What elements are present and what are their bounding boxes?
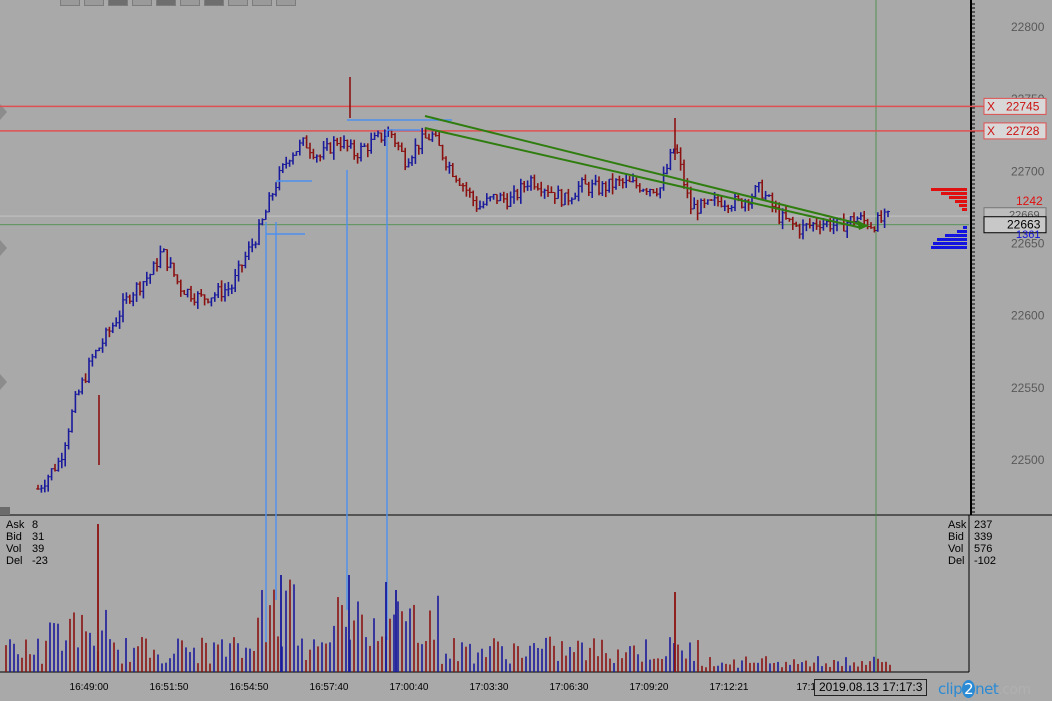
price-tick-label: 22500 (1011, 453, 1045, 467)
bid-depth-bar (957, 230, 967, 233)
info-bid-value: 31 (32, 531, 45, 543)
ask-depth-bar (949, 196, 967, 199)
toolbar-button[interactable] (204, 0, 224, 6)
price-tick-label: 22550 (1011, 381, 1045, 395)
info-vol-value: 39 (32, 543, 45, 555)
bid-depth-bar (963, 226, 967, 229)
time-tick-label: 16:57:40 (310, 682, 349, 693)
price-level-x-icon: X (987, 124, 995, 138)
time-tick-label: 16:54:50 (230, 682, 269, 693)
ask-depth-bar (955, 200, 967, 203)
ask-depth-bar (962, 208, 967, 211)
watermark-logo: clip 2 net.com (938, 680, 1031, 698)
toolbar-button[interactable] (108, 0, 128, 6)
object-anchor-icon (0, 240, 7, 256)
toolbar-button[interactable] (156, 0, 176, 6)
trend-line (424, 127, 863, 229)
toolbar-button[interactable] (180, 0, 200, 6)
toolbar-button[interactable] (252, 0, 272, 6)
watermark-part: clip (938, 680, 963, 698)
info-bid-value: 339 (974, 531, 993, 543)
info-panel-right: Ask 237 Bid 339 Vol 576 Del -102 (948, 519, 996, 567)
toolbar (60, 0, 296, 6)
time-tick-label: 17:09:20 (630, 682, 669, 693)
info-key: Vol (948, 543, 964, 555)
trend-line (424, 115, 869, 227)
time-tick-label: 17:12:21 (710, 682, 749, 693)
info-del-value: -102 (974, 555, 997, 567)
time-tick-label: 16:49:00 (70, 682, 109, 693)
info-key: Vol (6, 543, 22, 555)
price-tick-label: 22700 (1011, 164, 1045, 178)
time-tick-label: 17:03:30 (470, 682, 509, 693)
info-key: Del (6, 555, 23, 567)
price-volume-chart: 2280022750227002265022600225502250016:49… (0, 0, 1052, 693)
toolbar-button[interactable] (276, 0, 296, 6)
price-level-x-icon: X (987, 99, 995, 113)
toolbar-button[interactable] (228, 0, 248, 6)
panel-corner-icon (0, 507, 10, 515)
ask-size-label: 1242 (1016, 194, 1043, 208)
bid-depth-bar (931, 246, 967, 249)
info-del-value: -23 (32, 555, 48, 567)
chart-window: 2280022750227002265022600225502250016:49… (0, 0, 1052, 701)
info-key: Bid (6, 531, 22, 543)
bid-depth-bar (933, 242, 967, 245)
price-tick-label: 22800 (1011, 20, 1045, 34)
toolbar-button[interactable] (84, 0, 104, 6)
info-key: Bid (948, 531, 964, 543)
bid-size-label: 1361 (1016, 229, 1040, 241)
ask-depth-bar (931, 188, 967, 191)
info-key: Ask (948, 519, 967, 531)
price-level-value: 22728 (1006, 124, 1040, 138)
info-vol-value: 576 (974, 543, 993, 555)
ask-depth-bar (959, 204, 967, 207)
watermark-part: 2 (962, 680, 976, 698)
info-ask-value: 237 (974, 519, 993, 531)
bid-depth-bar (945, 234, 967, 237)
info-key: Ask (6, 519, 25, 531)
watermark-part: .com (998, 682, 1031, 698)
time-tick-label: 17:06:30 (550, 682, 589, 693)
price-tick-label: 22600 (1011, 309, 1045, 323)
time-tick-label: 17:00:40 (390, 682, 429, 693)
price-level-value: 22745 (1006, 99, 1040, 113)
time-tick-label: 16:51:50 (150, 682, 189, 693)
toolbar-button[interactable] (132, 0, 152, 6)
object-anchor-icon (0, 374, 7, 390)
watermark-part: net (975, 680, 999, 698)
info-ask-value: 8 (32, 519, 39, 531)
info-key: Del (948, 555, 965, 567)
timestamp-label: 2019.08.13 17:17:3 (814, 679, 928, 696)
bid-depth-bar (937, 238, 967, 241)
info-panel-left: Ask 8 Bid 31 Vol 39 Del -23 (6, 519, 48, 567)
ask-depth-bar (941, 192, 967, 195)
toolbar-button[interactable] (60, 0, 80, 6)
